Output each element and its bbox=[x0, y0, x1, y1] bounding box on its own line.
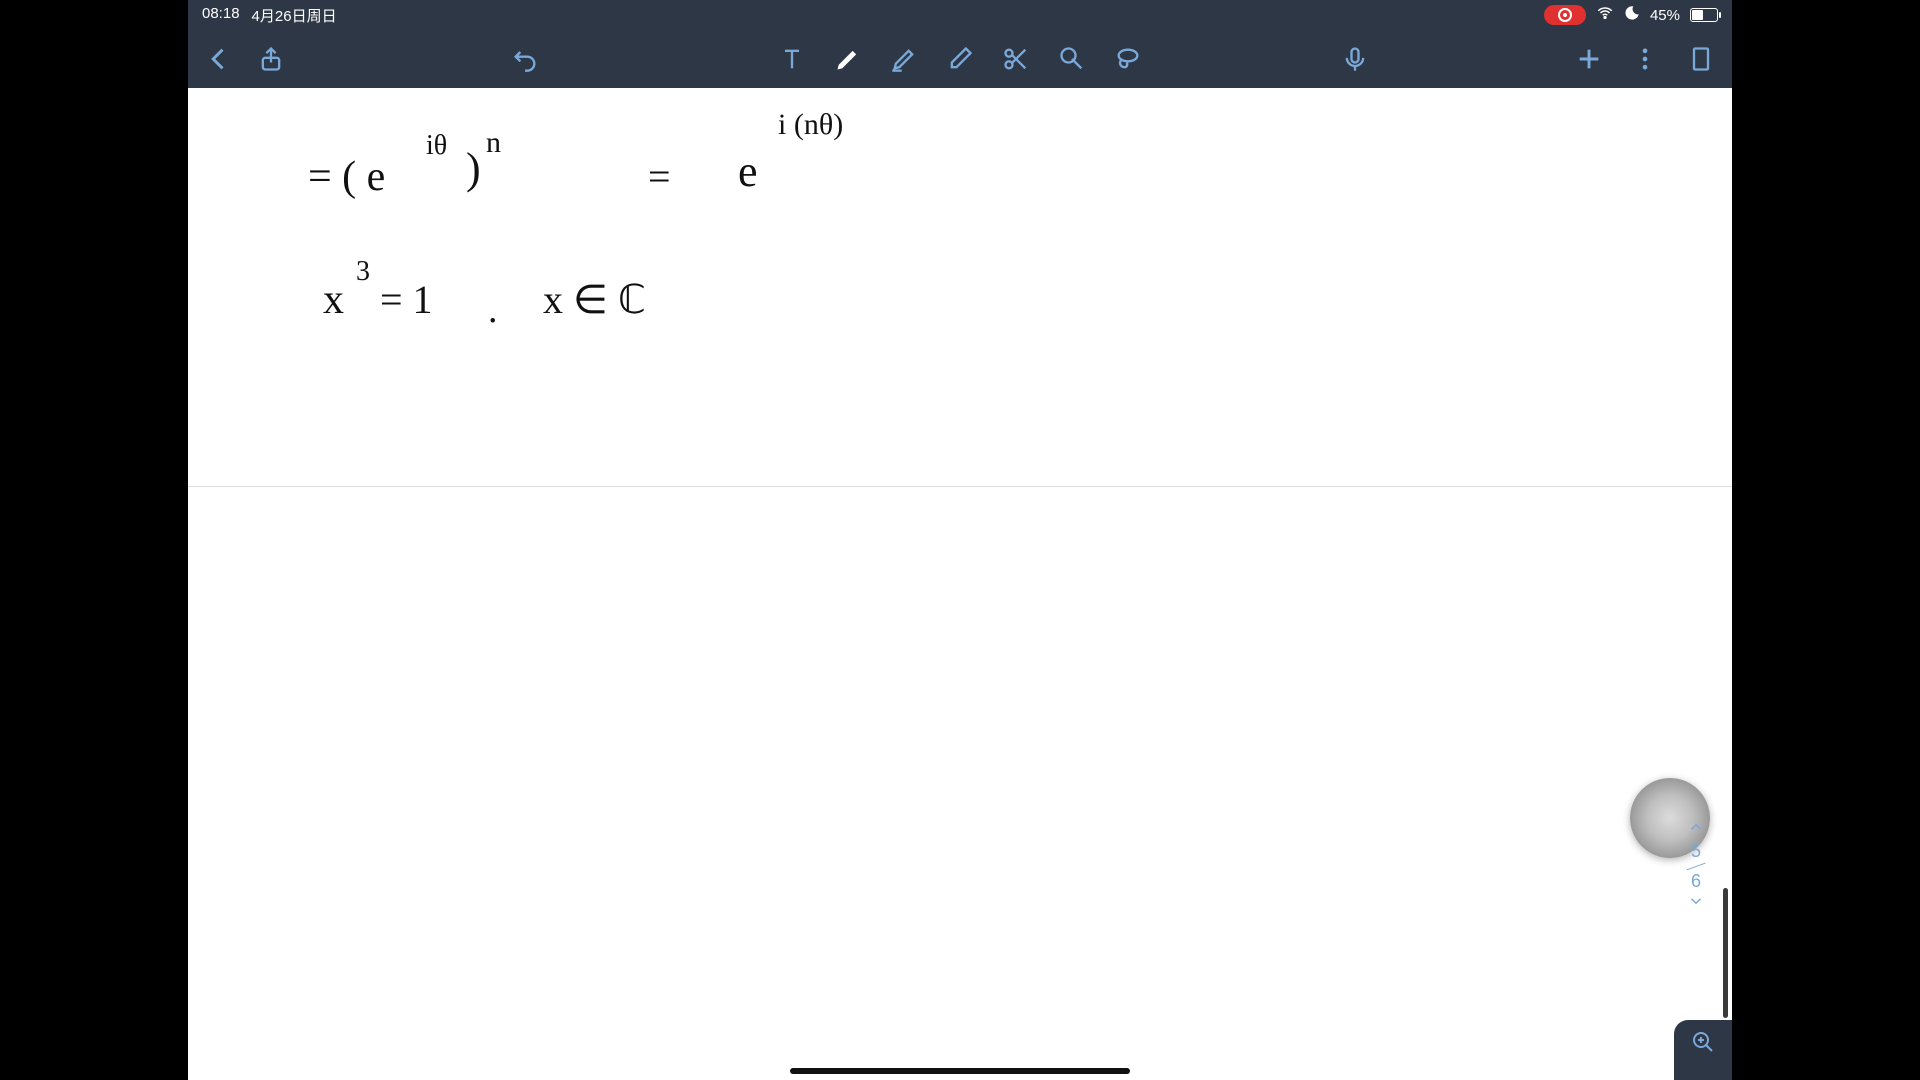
page-navigator[interactable]: 5 6 bbox=[1686, 818, 1706, 915]
status-time: 08:18 bbox=[202, 5, 240, 26]
microphone-button[interactable] bbox=[1338, 42, 1372, 76]
page-total: 6 bbox=[1686, 871, 1706, 892]
lasso-tool[interactable] bbox=[1111, 42, 1145, 76]
scissors-tool[interactable] bbox=[999, 42, 1033, 76]
handwriting-eq2-cube: 3 bbox=[356, 256, 370, 288]
back-button[interactable] bbox=[202, 42, 236, 76]
handwriting-eq1-sup: iθ bbox=[426, 130, 447, 162]
handwriting-eq2-comma: . bbox=[488, 288, 498, 332]
letterbox-right bbox=[1732, 0, 1920, 1080]
letterbox-left bbox=[0, 0, 188, 1080]
app-frame: 08:18 4月26日周日 45% bbox=[188, 0, 1732, 1080]
scroll-indicator[interactable] bbox=[1723, 888, 1728, 1018]
chevron-up-icon bbox=[1687, 818, 1705, 836]
handwriting-eq1-rhs-e: e bbox=[738, 146, 758, 197]
wifi-icon bbox=[1596, 4, 1614, 26]
toolbar bbox=[188, 30, 1732, 88]
handwriting-eq2-eq1: = 1 bbox=[380, 276, 433, 323]
battery-icon bbox=[1690, 8, 1718, 22]
undo-button[interactable] bbox=[508, 42, 542, 76]
home-indicator[interactable] bbox=[790, 1068, 1130, 1074]
handwriting-eq1-pown: n bbox=[486, 126, 501, 160]
status-date: 4月26日周日 bbox=[252, 5, 337, 26]
pen-tool[interactable] bbox=[831, 42, 865, 76]
handwriting-eq1-eq: = ( e bbox=[308, 153, 385, 201]
handwriting-eq1-paren: ) bbox=[466, 143, 481, 194]
note-canvas[interactable]: = ( e iθ ) n = e i (nθ) x 3 = 1 . x ∈ ℂ … bbox=[188, 88, 1732, 1080]
page-view-button[interactable] bbox=[1684, 42, 1718, 76]
battery-percentage: 45% bbox=[1650, 7, 1680, 24]
record-icon bbox=[1558, 8, 1572, 22]
page-separator bbox=[1686, 863, 1705, 871]
shapes-tool[interactable] bbox=[1055, 42, 1089, 76]
more-menu-button[interactable] bbox=[1628, 42, 1662, 76]
chevron-down-icon bbox=[1687, 892, 1705, 910]
status-bar: 08:18 4月26日周日 45% bbox=[188, 0, 1732, 30]
highlighter-tool[interactable] bbox=[887, 42, 921, 76]
handwriting-eq2-x: x bbox=[323, 276, 344, 324]
add-button[interactable] bbox=[1572, 42, 1606, 76]
zoom-button[interactable] bbox=[1674, 1020, 1732, 1080]
text-tool[interactable] bbox=[775, 42, 809, 76]
do-not-disturb-icon bbox=[1624, 5, 1640, 25]
handwriting-eq2-xinC: x ∈ ℂ bbox=[543, 276, 646, 323]
zoom-in-icon bbox=[1691, 1030, 1715, 1054]
screen-recording-indicator[interactable] bbox=[1544, 5, 1586, 25]
page-divider bbox=[188, 486, 1732, 487]
page-current: 5 bbox=[1686, 841, 1706, 862]
share-button[interactable] bbox=[254, 42, 288, 76]
eraser-tool[interactable] bbox=[943, 42, 977, 76]
handwriting-eq1-rhs-sup: i (nθ) bbox=[778, 108, 843, 142]
handwriting-eq1-rhs-eq: = bbox=[648, 153, 671, 200]
